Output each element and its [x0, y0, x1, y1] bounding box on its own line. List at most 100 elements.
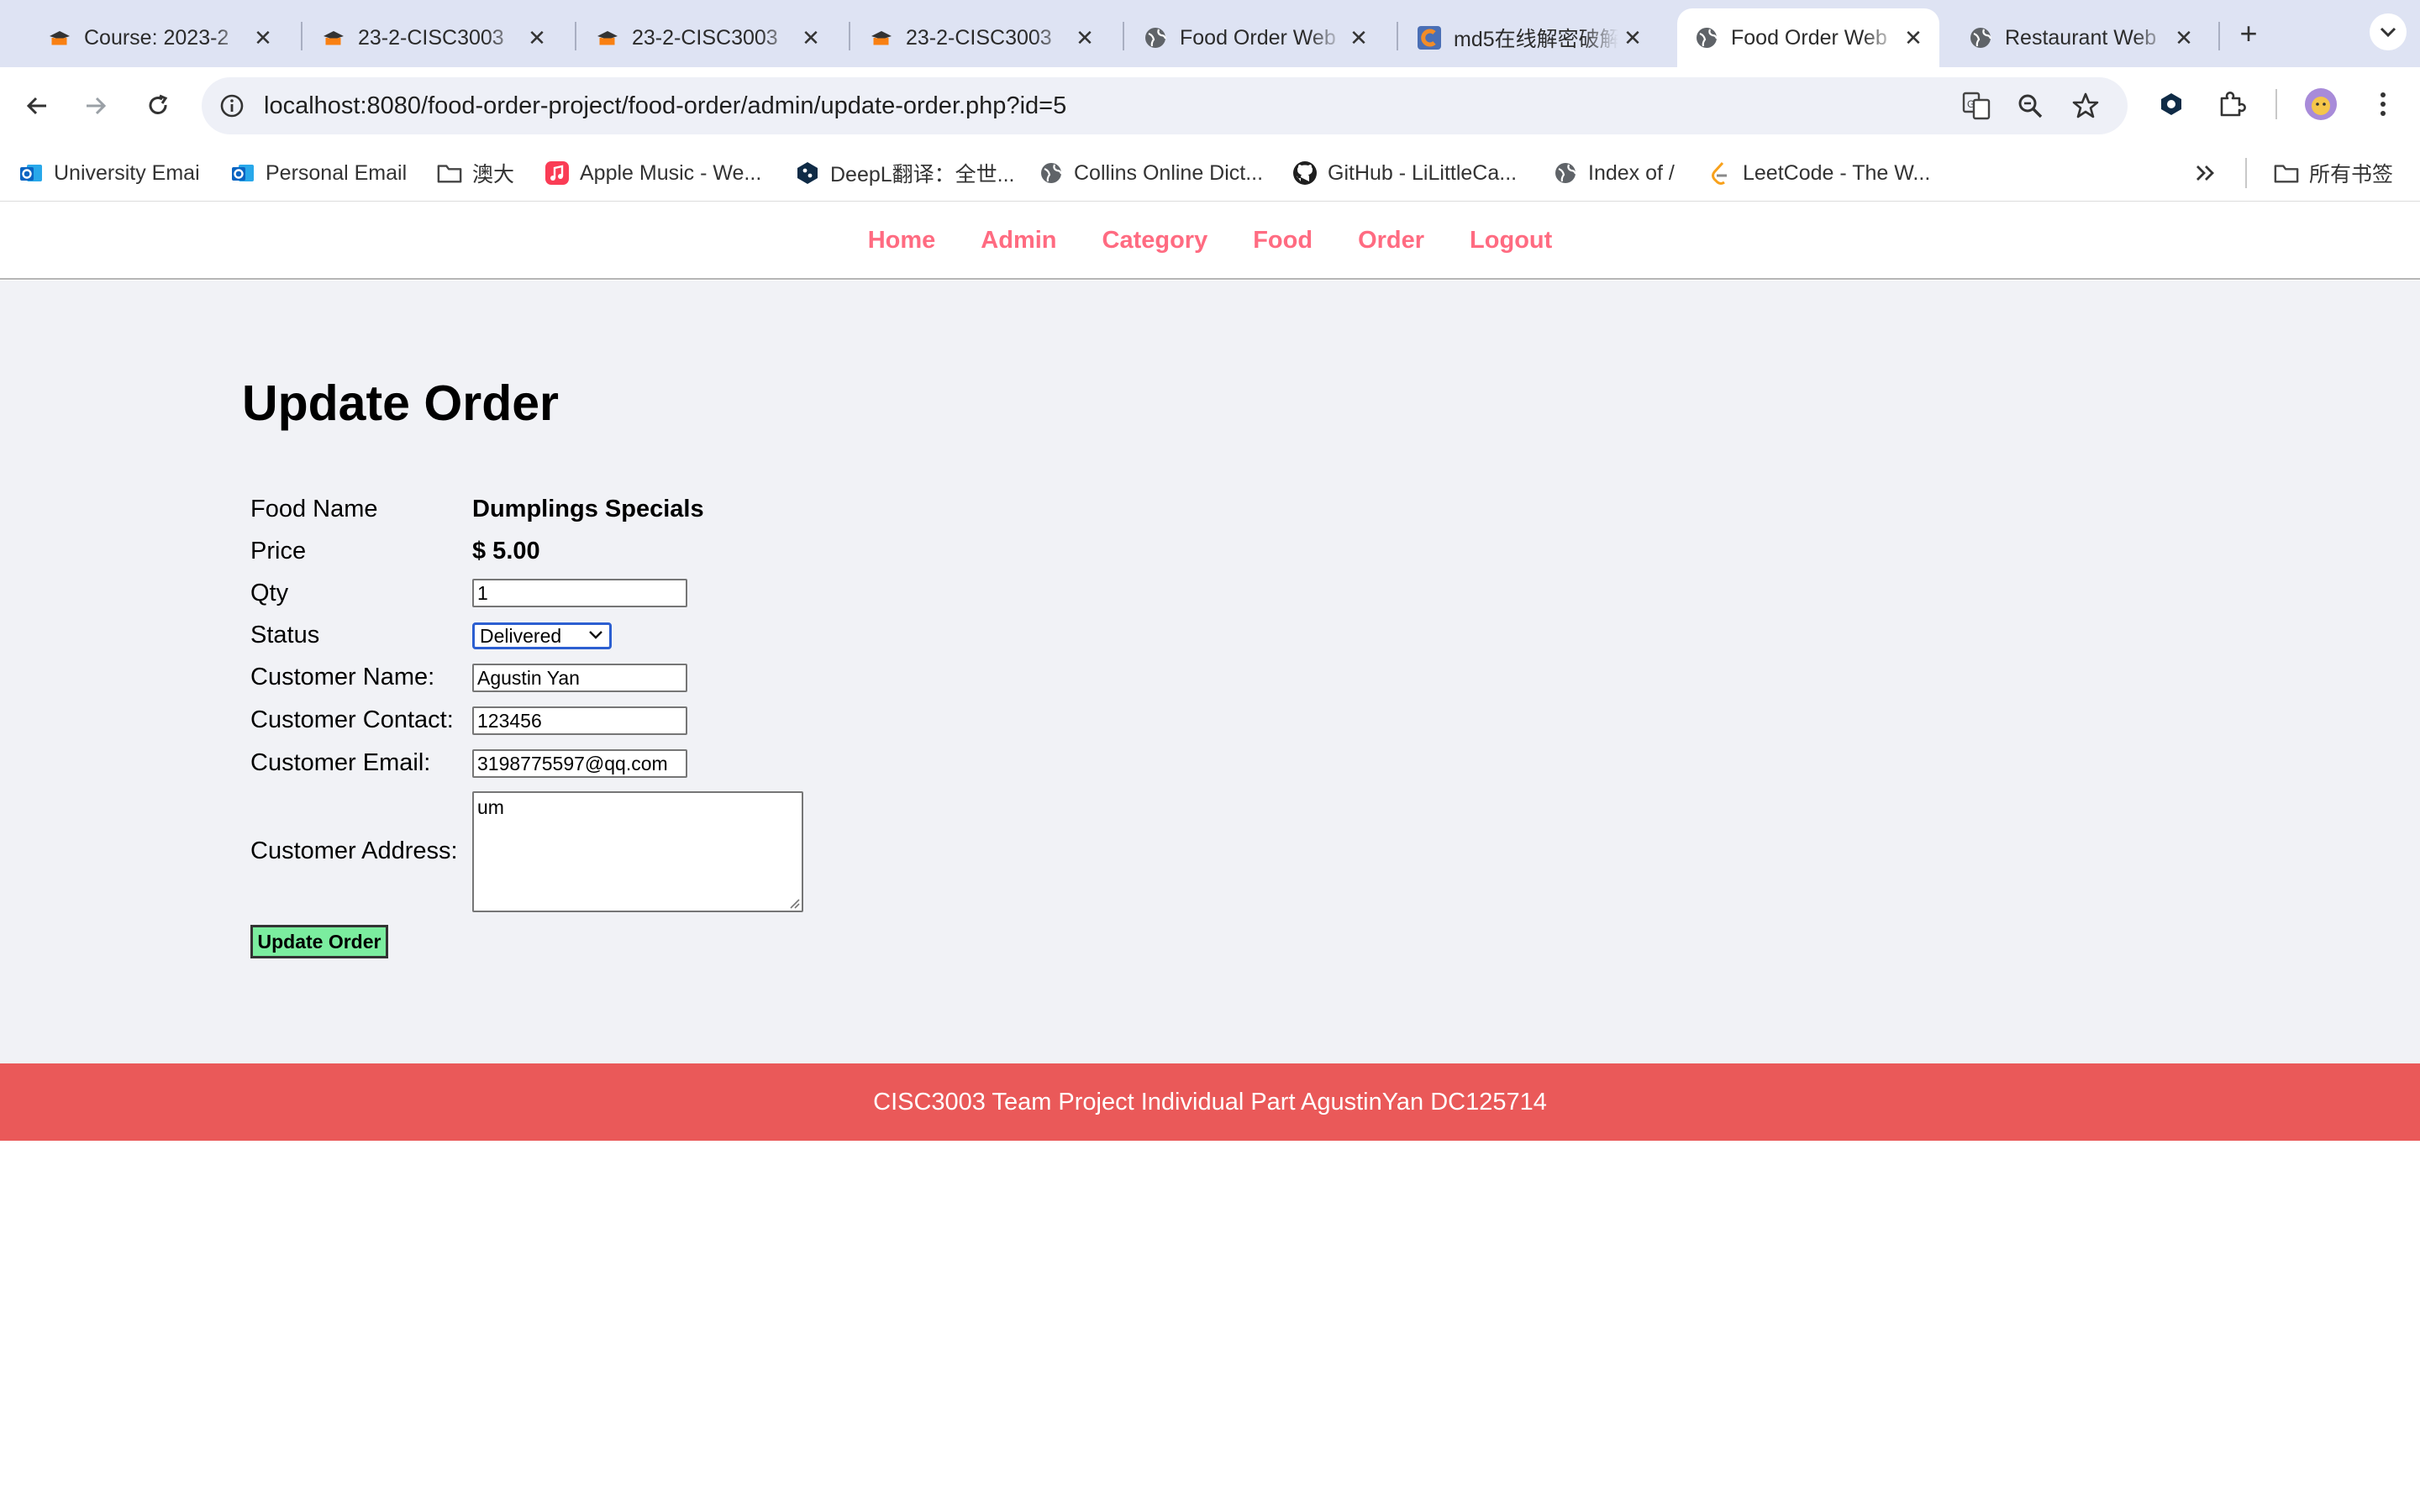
customer-address-text: um	[477, 796, 504, 818]
globe-icon	[1694, 25, 1719, 50]
bookmark-folder-macau[interactable]: 澳大	[437, 156, 514, 190]
tab-title: Food Order Web	[1731, 25, 1887, 50]
tab-title: Restaurant Web	[2005, 25, 2157, 50]
tab-divider	[301, 22, 302, 50]
tab-title: Food Order Web	[1180, 25, 1336, 50]
tab-divider	[575, 22, 576, 50]
bookmark-leetcode[interactable]: LeetCode - The W...	[1707, 156, 1930, 190]
moodle-icon	[321, 25, 346, 50]
nav-link-category[interactable]: Category	[1102, 227, 1208, 255]
browser-toolbar: localhost:8080/food-order-project/food-o…	[0, 67, 2420, 144]
close-icon[interactable]: ✕	[1071, 24, 1099, 52]
browser-tab-3[interactable]: 23-2-CISC3003 ✕	[578, 8, 837, 67]
chevron-down-icon	[589, 631, 602, 639]
reload-button[interactable]	[138, 86, 178, 126]
status-select[interactable]: Delivered	[472, 622, 612, 649]
customer-name-input[interactable]	[472, 664, 687, 692]
customer-address-label: Customer Address:	[250, 837, 458, 864]
customer-name-label: Customer Name:	[250, 664, 435, 690]
tab-divider	[1123, 22, 1124, 50]
customer-contact-label: Customer Contact:	[250, 706, 454, 733]
status-selected-value: Delivered	[480, 625, 562, 647]
tab-title: 23-2-CISC3003	[632, 25, 778, 50]
folder-icon	[437, 160, 462, 186]
browser-tab-7-active[interactable]: Food Order Web ✕	[1677, 8, 1939, 67]
bookmarks-bar: University Emai Personal Email 澳大 Apple …	[0, 144, 2420, 202]
bookmark-collins[interactable]: Collins Online Dict...	[1039, 156, 1263, 190]
github-icon	[1292, 160, 1318, 186]
site-info-icon[interactable]	[215, 89, 249, 123]
address-bar[interactable]: localhost:8080/food-order-project/food-o…	[202, 77, 2128, 134]
url-text: localhost:8080/food-order-project/food-o…	[264, 92, 1067, 119]
customer-email-input[interactable]	[472, 749, 687, 778]
all-bookmarks-folder[interactable]: 所有书签	[2274, 156, 2393, 190]
customer-address-textarea[interactable]: um	[472, 791, 803, 912]
qty-input[interactable]	[472, 579, 687, 607]
chevron-down-icon	[2380, 27, 2396, 38]
main-content: Update Order Food Name Dumplings Special…	[0, 281, 2420, 1063]
browser-tab-5[interactable]: Food Order Web ✕	[1126, 8, 1385, 67]
outlook-icon	[18, 160, 44, 186]
nav-link-order[interactable]: Order	[1358, 227, 1424, 255]
admin-nav-menu: Home Admin Category Food Order Logout	[0, 202, 2420, 280]
profile-avatar[interactable]	[2302, 86, 2339, 123]
nav-link-logout[interactable]: Logout	[1470, 227, 1552, 255]
bookmark-label: Personal Email	[266, 160, 408, 185]
bookmark-star-icon[interactable]	[2069, 89, 2102, 123]
close-icon[interactable]: ✕	[1344, 24, 1373, 52]
nav-link-admin[interactable]: Admin	[981, 227, 1056, 255]
close-icon[interactable]: ✕	[249, 24, 277, 52]
browser-tab-1[interactable]: Course: 2023-2 ✕	[30, 8, 289, 67]
globe-icon	[1039, 160, 1064, 186]
bookmark-label: GitHub - LiLittleCa...	[1328, 160, 1518, 185]
close-icon[interactable]: ✕	[1899, 24, 1928, 52]
price-value: $ 5.00	[472, 538, 540, 564]
customer-contact-input[interactable]	[472, 706, 687, 735]
bookmark-index-of[interactable]: Index of /	[1553, 156, 1675, 190]
browser-tab-2[interactable]: 23-2-CISC3003 ✕	[304, 8, 563, 67]
update-order-button[interactable]: Update Order	[250, 925, 388, 958]
bookmark-personal-email[interactable]: Personal Email	[230, 156, 407, 190]
close-icon[interactable]: ✕	[523, 24, 551, 52]
close-icon[interactable]: ✕	[1618, 24, 1647, 52]
food-name-label: Food Name	[250, 496, 378, 522]
forward-button[interactable]	[76, 86, 116, 126]
tab-search-button[interactable]	[2370, 13, 2407, 50]
zoom-icon[interactable]	[2013, 89, 2047, 123]
bookmark-label: Index of /	[1588, 160, 1675, 185]
bookmarks-overflow-button[interactable]	[2195, 156, 2217, 190]
extension-hexagon-icon[interactable]	[2153, 86, 2190, 123]
nav-link-home[interactable]: Home	[868, 227, 936, 255]
moodle-icon	[595, 25, 620, 50]
bookmark-apple-music[interactable]: Apple Music - We...	[544, 156, 761, 190]
globe-icon	[1968, 25, 1993, 50]
bookmarks-divider	[2245, 158, 2247, 188]
extensions-puzzle-icon[interactable]	[2213, 86, 2250, 123]
bookmark-university-email[interactable]: University Emai	[18, 156, 200, 190]
bookmark-deepl[interactable]: DeepL翻译：全世...	[795, 156, 1015, 190]
toolbar-divider	[2275, 89, 2277, 119]
bookmark-label: LeetCode - The W...	[1743, 160, 1931, 185]
tab-title: 23-2-CISC3003	[906, 25, 1052, 50]
browser-tab-bar: Course: 2023-2 ✕ 23-2-CISC3003 ✕ 23-2-CI…	[0, 0, 2420, 67]
browser-tab-4[interactable]: 23-2-CISC3003 ✕	[852, 8, 1111, 67]
nav-link-food[interactable]: Food	[1253, 227, 1313, 255]
bookmark-label: 所有书签	[2309, 163, 2394, 186]
globe-icon	[1143, 25, 1168, 50]
more-menu-icon[interactable]	[2365, 86, 2402, 123]
globe-icon	[1553, 160, 1578, 186]
cmd5-icon	[1417, 25, 1442, 50]
back-button[interactable]	[17, 86, 57, 126]
bookmark-label: 澳大	[472, 163, 515, 186]
close-icon[interactable]: ✕	[797, 24, 825, 52]
browser-tab-8[interactable]: Restaurant Web ✕	[1951, 8, 2210, 67]
resize-grip-icon[interactable]	[788, 897, 800, 909]
web-page: Home Admin Category Food Order Logout Up…	[0, 202, 2420, 1512]
browser-tab-6[interactable]: md5在线解密破解 ✕	[1400, 8, 1659, 67]
outlook-icon	[230, 160, 255, 186]
close-icon[interactable]: ✕	[2170, 24, 2198, 52]
tab-title: 23-2-CISC3003	[358, 25, 504, 50]
new-tab-button[interactable]: +	[2232, 15, 2265, 52]
translate-icon[interactable]: G	[1960, 89, 1993, 123]
bookmark-github[interactable]: GitHub - LiLittleCa...	[1292, 156, 1517, 190]
